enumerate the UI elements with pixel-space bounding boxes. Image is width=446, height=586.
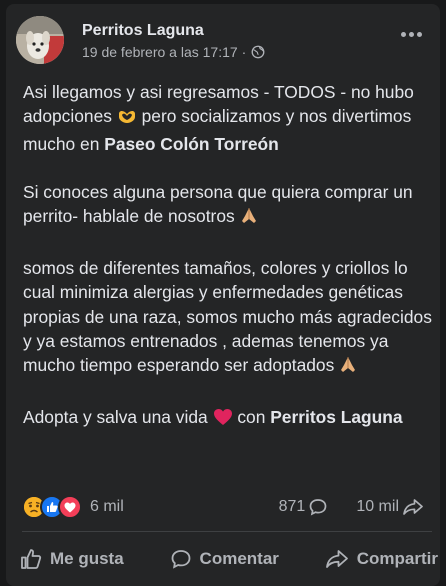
paragraph-4-text-a: Adopta y salva una vida: [23, 406, 213, 427]
heart-hands-emoji-icon: [117, 107, 137, 131]
meta-separator: ·: [241, 44, 247, 60]
globe-icon: [251, 45, 265, 59]
more-options-icon[interactable]: [396, 24, 426, 44]
share-icon: [325, 550, 348, 568]
red-heart-emoji-icon: [213, 408, 233, 432]
paragraph-2-text: Si conoces alguna persona que quiera com…: [23, 182, 413, 227]
engagement-counts: 871 10 mil: [279, 497, 424, 517]
reactions-count[interactable]: 6 mil: [90, 498, 124, 516]
thumbs-up-icon: [21, 549, 42, 569]
folded-hands-emoji-icon: [240, 207, 258, 231]
share-arrow-icon: [403, 499, 423, 515]
like-button[interactable]: Me gusta: [16, 544, 128, 574]
author-name[interactable]: Perritos Laguna: [82, 22, 204, 40]
post-text: Asi llegamos y asi regresamos - TODOS - …: [23, 80, 437, 432]
comment-bubble-icon: [309, 499, 327, 516]
post-paragraph-1: Asi llegamos y asi regresamos - TODOS - …: [23, 80, 437, 156]
post-header: Perritos Laguna 19 de febrero a las 17:1…: [16, 16, 430, 64]
comment-button[interactable]: Comentar: [166, 544, 283, 574]
post-actions-bar: Me gusta Comentar Compartir: [16, 540, 442, 578]
author-avatar[interactable]: [16, 16, 64, 64]
like-button-label: Me gusta: [50, 549, 124, 568]
share-button-label: Compartir: [356, 549, 438, 568]
paragraph-4-text-b: con: [232, 406, 271, 427]
divider: [22, 531, 432, 532]
post-stats: 6 mil 871 10 mil: [22, 492, 436, 522]
shares-count: 10 mil: [356, 498, 399, 515]
perritos-laguna-link[interactable]: Perritos Laguna: [270, 407, 402, 427]
paseo-colon-link[interactable]: Paseo Colón Torreón: [104, 134, 279, 154]
post-meta: 19 de febrero a las 17:17 ·: [82, 44, 265, 60]
comments-count-link[interactable]: 871: [279, 497, 329, 517]
reaction-summary[interactable]: 6 mil: [22, 495, 124, 519]
love-reaction-icon: [58, 495, 82, 519]
share-button[interactable]: Compartir: [321, 544, 442, 574]
post-card: Perritos Laguna 19 de febrero a las 17:1…: [6, 4, 440, 586]
post-paragraph-2: Si conoces alguna persona que quiera com…: [23, 180, 437, 232]
comment-icon: [171, 550, 190, 569]
comments-count: 871: [278, 498, 306, 515]
post-timestamp[interactable]: 19 de febrero a las 17:17: [82, 44, 238, 60]
folded-hands-emoji-icon: [339, 356, 357, 380]
comment-button-label: Comentar: [199, 549, 279, 568]
shares-count-link[interactable]: 10 mil: [356, 497, 424, 517]
post-paragraph-3: somos de diferentes tamaños, colores y c…: [23, 256, 437, 380]
paragraph-3-text: somos de diferentes tamaños, colores y c…: [23, 258, 432, 376]
post-paragraph-4: Adopta y salva una vida con Perritos Lag…: [23, 405, 437, 432]
